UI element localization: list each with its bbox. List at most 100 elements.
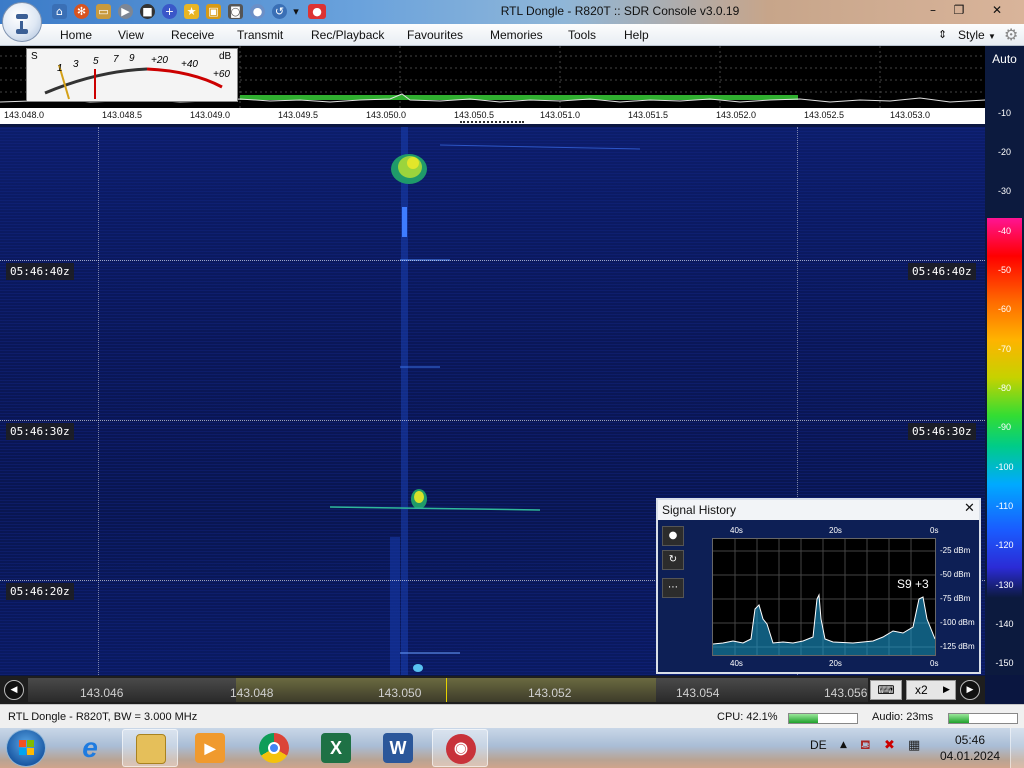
db-tick: -120: [995, 540, 1014, 550]
add-icon[interactable]: +: [162, 4, 177, 19]
taskbar-sdr-console[interactable]: ◉: [432, 729, 488, 767]
audio-meter: [948, 713, 1018, 724]
scroll-arrows-icon[interactable]: ⇕: [938, 28, 947, 41]
word-icon: W: [383, 733, 413, 763]
camera-icon[interactable]: ◙: [228, 4, 243, 19]
window-title: RTL Dongle - R820T :: SDR Console v3.0.1…: [500, 4, 740, 18]
network-icon[interactable]: ▦: [908, 738, 920, 753]
tray-expand-icon[interactable]: ▲: [840, 740, 847, 750]
stop-icon[interactable]: ■: [140, 4, 155, 19]
s-scale-1: 1: [57, 63, 63, 74]
taskbar-excel[interactable]: X: [308, 729, 364, 767]
s-scale-9: 9: [129, 53, 135, 64]
undo-icon[interactable]: ↺: [272, 4, 287, 19]
time-gridline: [0, 260, 985, 261]
freq-tick: 143.048.0: [4, 110, 45, 120]
close-button[interactable]: ✕: [980, 0, 1014, 20]
cpu-status: CPU: 42.1%: [717, 711, 778, 723]
play-icon[interactable]: ▶: [118, 4, 133, 19]
auto-button[interactable]: Auto: [985, 46, 1024, 68]
scroll-right-button[interactable]: ▶: [960, 680, 980, 700]
freq-tick: 143.052.5: [804, 110, 845, 120]
taskbar-word[interactable]: W: [370, 729, 426, 767]
time-label: 40s: [730, 659, 743, 668]
db-tick: -40: [997, 226, 1011, 236]
close-icon[interactable]: ✕: [964, 501, 975, 516]
style-menu[interactable]: Style ▼: [958, 28, 996, 42]
record-toggle-button[interactable]: ●: [662, 526, 684, 546]
time-gridline: [0, 420, 985, 421]
menu-home[interactable]: Home: [60, 28, 92, 42]
app-menu-button[interactable]: [2, 2, 42, 42]
level-label: -100 dBm: [940, 618, 975, 627]
db-tick: -100: [995, 462, 1014, 472]
minimize-button[interactable]: –: [920, 0, 946, 20]
show-desktop-button[interactable]: [1010, 728, 1024, 768]
settings-icon[interactable]: ✻: [74, 4, 89, 19]
taskbar-explorer[interactable]: [122, 729, 178, 767]
taskbar-ie[interactable]: e: [62, 729, 118, 767]
clock-time[interactable]: 05:46: [940, 733, 1000, 747]
freq-tick: 143.053.0: [890, 110, 931, 120]
reset-button[interactable]: ↻: [662, 550, 684, 570]
freq-tick: 143.052.0: [716, 110, 757, 120]
menu-bar: Home View Receive Transmit Rec/Playback …: [0, 24, 1024, 46]
time-label: 0s: [930, 659, 939, 668]
frequency-axis: 143.048.0 143.048.5 143.049.0 143.049.5 …: [0, 108, 985, 124]
level-label: -75 dBm: [940, 594, 971, 603]
frequency-scroll-track[interactable]: [28, 678, 868, 702]
db-tick: -80: [997, 383, 1011, 393]
lock-icon[interactable]: ▣: [206, 4, 221, 19]
gear-icon[interactable]: ⚙: [1004, 25, 1018, 44]
zoom-label: x2: [915, 683, 928, 697]
db-tick: -130: [995, 580, 1014, 590]
db-tick: -60: [997, 304, 1011, 314]
excel-icon: X: [321, 733, 351, 763]
taskbar-chrome[interactable]: [246, 729, 302, 767]
keyboard-icon[interactable]: ⌨: [870, 680, 902, 700]
menu-receive[interactable]: Receive: [171, 28, 214, 42]
title-bar: ⌂ ✻ ▭ ▶ ■ + ★ ▣ ◙ ● ↺ ▾ ● RTL Dongle - R…: [0, 0, 1024, 24]
chrome-icon: [259, 733, 289, 763]
star-icon[interactable]: ★: [184, 4, 199, 19]
menu-transmit[interactable]: Transmit: [237, 28, 283, 42]
menu-memories[interactable]: Memories: [490, 28, 543, 42]
maximize-button[interactable]: ❐: [946, 0, 972, 20]
more-button[interactable]: ⋯: [662, 578, 684, 598]
drop-icon[interactable]: ●: [250, 4, 265, 19]
menu-tools[interactable]: Tools: [568, 28, 596, 42]
menu-rec-playback[interactable]: Rec/Playback: [311, 28, 384, 42]
signal-history-plot: S9 +3: [712, 538, 936, 656]
signal-history-title: Signal History: [658, 500, 979, 520]
scroll-left-button[interactable]: ◀: [4, 680, 24, 700]
taskbar-media[interactable]: ▶: [182, 729, 238, 767]
drag-handle[interactable]: [460, 121, 524, 124]
audio-status: Audio: 23ms: [872, 711, 934, 723]
clock-date[interactable]: 04.01.2024: [940, 749, 1000, 763]
volume-muted-icon[interactable]: ✖: [884, 738, 895, 753]
signal-history-panel: Signal History ✕ ● ↻ ⋯ 40s 20s 0s S9 +3 …: [656, 498, 981, 674]
db-tick: -150: [995, 658, 1014, 668]
zoom-button[interactable]: x2 ▶: [906, 680, 956, 700]
start-button[interactable]: [6, 729, 46, 767]
dropdown-icon[interactable]: ▾: [291, 4, 301, 19]
db-tick: -110: [995, 501, 1014, 511]
level-label: -25 dBm: [940, 546, 971, 555]
db-label: dB: [219, 51, 232, 62]
language-indicator[interactable]: DE: [810, 738, 827, 752]
folder-icon[interactable]: ▭: [96, 4, 111, 19]
menu-view[interactable]: View: [118, 28, 144, 42]
freq-tick: 143.050.5: [454, 110, 495, 120]
time-label: 20s: [829, 526, 842, 535]
s-scale-7: 7: [113, 54, 119, 65]
menu-favourites[interactable]: Favourites: [407, 28, 463, 42]
menu-help[interactable]: Help: [624, 28, 649, 42]
folder-icon: [136, 734, 166, 764]
db-scale-60: +60: [213, 69, 230, 80]
record-icon[interactable]: ●: [308, 4, 326, 19]
s-scale-5: 5: [93, 56, 99, 67]
db-tick: -50: [997, 265, 1011, 275]
timestamp-right: 05:46:40z: [908, 263, 976, 280]
home-icon[interactable]: ⌂: [52, 4, 67, 19]
usb-icon[interactable]: ⛾: [860, 738, 871, 755]
